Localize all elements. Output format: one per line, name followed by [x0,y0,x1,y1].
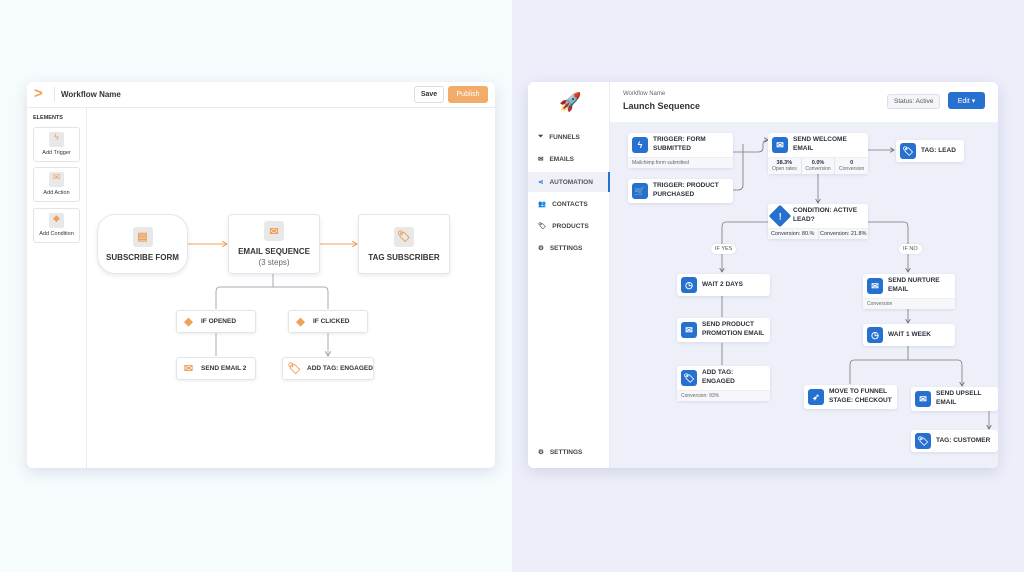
if-opened-node[interactable]: ◆ IF OPENED [176,310,256,333]
tag-lead-node[interactable]: 🏷 TAG: LEAD [896,140,964,162]
stat-label: Open rates [771,165,797,172]
node-label: WAIT 2 DAYS [702,280,743,288]
bolt-icon: ϟ [632,136,648,153]
node-label: WAIT 1 WEEK [888,330,931,338]
node-sublabel: Conversion: 93% [677,389,770,401]
send-upsell-email-node[interactable]: ✉ SEND UPSELL EMAIL [911,387,998,411]
node-label: TAG: CUSTOMER [936,436,991,444]
arrow [733,140,768,153]
node-sublabel: Conversion [863,297,955,309]
tag-icon: 🏷 [394,226,414,247]
trigger-product-purchased-node[interactable]: 🛒 TRIGGER: PRODUCT PURCHASED [628,179,733,203]
arrow [215,274,329,309]
email-sequence-node[interactable]: ✉ EMAIL SEQUENCE (3 steps) [228,214,320,274]
envelope-icon: ✉ [772,136,788,153]
envelope-icon: ✉ [915,390,931,407]
node-label: SEND UPSELL EMAIL [936,390,982,406]
node-sublabel: (3 steps) [258,258,290,267]
envelope-icon: ✉ [183,363,194,375]
rocket-icon: ➶ [808,388,824,405]
send-promotion-email-node[interactable]: ✉ SEND PRODUCT PROMOTION EMAIL [677,318,770,342]
node-label: CONDITION: ACTIVE LEAD? [793,207,858,223]
stat-value: 38.3% [776,159,793,166]
stat-label: Conversion [839,165,865,172]
stat-value: 0 [850,159,854,166]
stat-value: 0.0% [811,159,825,166]
connectors [188,82,495,468]
email-stats: 38.3% Open rates 0.0% Conversion 0 Conversi… [768,156,868,174]
cart-icon: 🛒 [632,182,648,199]
branch-label-yes: IF YES [711,244,737,254]
node-label: TRIGGER: PRODUCT PURCHASED [653,182,719,198]
tag-icon: 🏷 [681,369,697,386]
send-welcome-email-node[interactable]: ✉ SEND WELCOME EMAIL 38.3% Open rates 0.0%… [768,133,868,174]
tag-icon: 🏷 [900,143,916,159]
tag-icon: 🏷 [287,363,302,375]
form-icon: ▤ [132,226,153,247]
node-label: EMAIL SEQUENCE [238,247,310,256]
clock-icon: ◷ [867,327,883,343]
node-label: SEND NURTURE EMAIL [888,277,940,293]
simple-workflow-editor: > Workflow Name Save Publish ELEMENTS ϟ … [27,82,495,468]
launch-sequence-editor: 🚀 ⏷ FUNNELS ✉ EMAILS ⋖ AUTOMATION 👥 CONTACTS… [528,82,998,468]
node-label: SEND WELCOME EMAIL [793,136,847,152]
clock-icon: ◷ [681,277,697,293]
node-label: TRIGGER: FORM SUBMITTED [653,136,706,152]
tag-icon: 🏷 [915,433,931,449]
arrow [215,333,328,356]
add-tag-engaged-node[interactable]: 🏷 ADD TAG: ENGAGED Conversion: 93% [677,366,770,401]
move-to-funnel-node[interactable]: ➶ MOVE TO FUNNEL STAGE: CHECKOUT [804,385,897,409]
node-label: TAG SUBSCRIBER [368,252,440,262]
node-label: TAG: LEAD [921,146,956,154]
trigger-form-submitted-node[interactable]: ϟ TRIGGER: FORM SUBMITTED Mailchimp form s… [628,133,733,168]
if-clicked-node[interactable]: ◆ IF CLICKED [288,310,368,333]
condition-stats: Conversion: 80.% Conversion: 21.8% [768,227,869,239]
alert-diamond-icon: ! [768,204,792,228]
node-label: IF CLICKED [313,318,350,325]
tag-subscriber-node[interactable]: 🏷 TAG SUBSCRIBER [358,214,450,274]
tag-customer-node[interactable]: 🏷 TAG: CUSTOMER [911,430,998,452]
add-tag-engaged-node[interactable]: 🏷 ADD TAG: ENGAGED [282,357,374,380]
send-nurture-email-node[interactable]: ✉ SEND NURTURE EMAIL Conversion [863,274,955,309]
diamond-icon: ◆ [184,316,193,328]
node-sublabel: Mailchimp form submitted [628,156,733,168]
envelope-icon: ✉ [681,321,697,338]
node-label: IF OPENED [201,318,237,325]
node-label: MOVE TO FUNNEL STAGE: CHECKOUT [829,388,892,404]
node-label: ADD TAG: ENGAGED [307,365,373,372]
stat-label: Conversion [805,165,831,172]
wait-2-days-node[interactable]: ◷ WAIT 2 DAYS [677,274,770,296]
send-email-2-node[interactable]: ✉ SEND EMAIL 2 [176,357,256,380]
condition-active-lead-node[interactable]: ! CONDITION: ACTIVE LEAD? Conversion: 80.… [768,204,868,239]
wait-1-week-node[interactable]: ◷ WAIT 1 WEEK [863,324,955,346]
stat-no: Conversion: 21.8% [817,228,869,239]
subscribe-form-node[interactable]: ▤ SUBSCRIBE FORM [97,214,188,274]
arrow [849,345,962,386]
stat: 38.3% Open rates [768,158,801,174]
node-label: SEND EMAIL 2 [201,365,247,372]
stat-yes: Conversion: 80.% [771,230,815,237]
diamond-icon: ◆ [296,316,305,328]
envelope-icon: ✉ [867,277,883,294]
envelope-icon: ✉ [264,221,284,241]
arrow [733,144,744,191]
node-label: SEND PRODUCT PROMOTION EMAIL [702,321,765,337]
node-label: SUBSCRIBE FORM [106,252,179,262]
stat: 0.0% Conversion [800,157,835,174]
branch-label-no: IF NO [899,244,922,254]
node-label: ADD TAG: ENGAGED [702,369,735,385]
stat: 0 Conversion [834,157,868,174]
